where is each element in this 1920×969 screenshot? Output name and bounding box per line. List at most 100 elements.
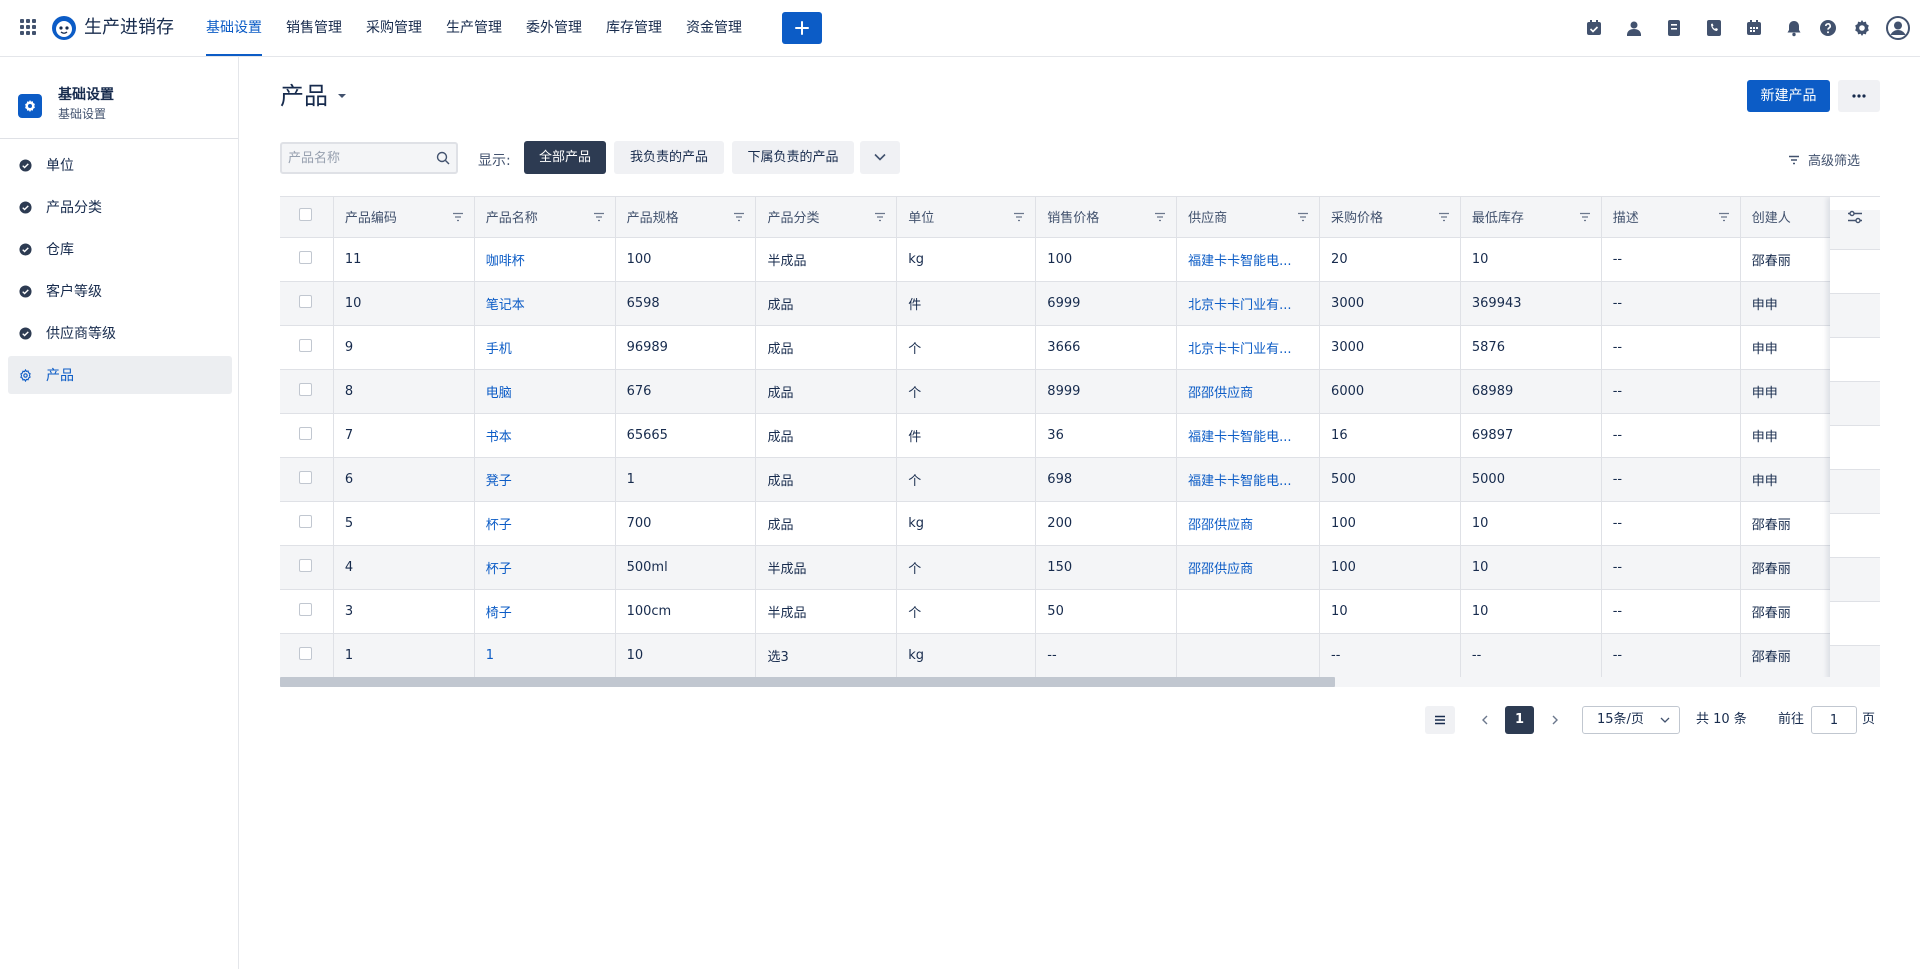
filter-my-products[interactable]: 我负责的产品 (614, 141, 724, 174)
table-row[interactable]: 3 椅子 100cm 半成品个 50 10 10 -- 邵春丽 (280, 589, 1880, 634)
search-input[interactable] (282, 144, 422, 172)
column-filter-icon[interactable] (874, 212, 886, 222)
sidebar-item-customer-level[interactable]: 客户等级 (8, 272, 232, 310)
filter-more-button[interactable] (860, 141, 900, 174)
row-checkbox[interactable] (299, 338, 312, 352)
next-page-button[interactable] (1545, 706, 1565, 734)
row-checkbox[interactable] (299, 514, 312, 528)
filter-all-products[interactable]: 全部产品 (524, 141, 606, 174)
column-filter-icon[interactable] (593, 212, 605, 222)
chevron-down-icon[interactable] (337, 92, 347, 100)
column-filter-icon[interactable] (1013, 212, 1025, 222)
column-header-unit[interactable]: 单位 (896, 197, 1037, 238)
create-button[interactable] (782, 12, 822, 44)
page-size-select[interactable]: 15条/页 (1582, 706, 1680, 734)
cell-name[interactable]: 杯子 (474, 545, 616, 590)
cell-name[interactable]: 手机 (474, 325, 616, 370)
cell-name[interactable]: 1 (474, 633, 616, 678)
app-switcher-icon[interactable] (19, 18, 37, 36)
column-header-code[interactable]: 产品编码 (333, 197, 475, 238)
page-number-current[interactable]: 1 (1505, 706, 1534, 734)
cell-name[interactable]: 咖啡杯 (474, 237, 616, 282)
more-actions-button[interactable] (1838, 80, 1880, 112)
advanced-filter-button[interactable]: 高级筛选 (1788, 150, 1860, 169)
search-icon[interactable] (436, 151, 450, 165)
avatar-icon[interactable] (1886, 16, 1910, 40)
table-row[interactable]: 11 咖啡杯 100 半成品 kg 100 福建卡卡智能电... 20 10 -- 邵春丽 (280, 237, 1880, 282)
column-header-category[interactable]: 产品分类 (755, 197, 898, 238)
column-filter-icon[interactable] (452, 212, 464, 222)
sidebar-item-supplier-level[interactable]: 供应商等级 (8, 314, 232, 352)
cell-supplier[interactable]: 邵邵供应商 (1176, 545, 1321, 590)
table-row[interactable]: 1 1 10 选3 kg -- -- -- -- 邵春丽 (280, 633, 1880, 678)
cell-supplier[interactable]: 北京卡卡门业有... (1176, 281, 1321, 326)
row-checkbox[interactable] (299, 294, 312, 308)
row-checkbox[interactable] (299, 426, 312, 440)
sidebar-item-product[interactable]: 产品 (8, 356, 232, 394)
column-header-description[interactable]: 描述 (1601, 197, 1741, 238)
cell-supplier[interactable]: 福建卡卡智能电... (1176, 457, 1321, 502)
column-filter-icon[interactable] (1297, 212, 1309, 222)
document-icon[interactable] (1664, 18, 1684, 38)
nav-item-sales[interactable]: 销售管理 (286, 0, 342, 56)
cell-name[interactable]: 笔记本 (474, 281, 616, 326)
sidebar-item-warehouse[interactable]: 仓库 (8, 230, 232, 268)
nav-item-purchase[interactable]: 采购管理 (366, 0, 422, 56)
cell-supplier[interactable]: 邵邵供应商 (1176, 501, 1321, 546)
table-row[interactable]: 4 杯子 500ml 半成品个 150 邵邵供应商 100 10 -- 邵春丽 (280, 545, 1880, 590)
column-filter-icon[interactable] (1579, 212, 1591, 222)
column-filter-icon[interactable] (1154, 212, 1166, 222)
nav-item-production[interactable]: 生产管理 (446, 0, 502, 56)
table-row[interactable]: 8 电脑 676 成品个 8999 邵邵供应商 6000 68989 -- 申申 (280, 369, 1880, 414)
row-checkbox[interactable] (299, 470, 312, 484)
nav-item-inventory[interactable]: 库存管理 (606, 0, 662, 56)
nav-item-basic-settings[interactable]: 基础设置 (206, 0, 262, 56)
column-header-spec[interactable]: 产品规格 (615, 197, 757, 238)
table-row[interactable]: 5 杯子 700 成品 kg 200 邵邵供应商 100 10 -- 邵春丽 (280, 501, 1880, 546)
row-checkbox[interactable] (299, 382, 312, 396)
prev-page-button[interactable] (1475, 706, 1495, 734)
help-icon[interactable] (1818, 18, 1838, 38)
phone-icon[interactable] (1704, 18, 1724, 38)
cell-name[interactable]: 凳子 (474, 457, 616, 502)
task-check-icon[interactable] (1584, 18, 1604, 38)
table-row[interactable]: 10 笔记本 6598 成品件 6999 北京卡卡门业有... 3000 369943 -- 申申 (280, 281, 1880, 326)
table-row[interactable]: 9 手机 96989 成品个 3666 北京卡卡门业有... 3000 5876 -- 申申 (280, 325, 1880, 370)
cell-supplier[interactable]: 福建卡卡智能电... (1176, 237, 1321, 282)
nav-item-outsourcing[interactable]: 委外管理 (526, 0, 582, 56)
list-view-button[interactable] (1425, 706, 1455, 734)
nav-item-finance[interactable]: 资金管理 (686, 0, 742, 56)
contacts-icon[interactable] (1624, 18, 1644, 38)
gear-icon[interactable] (1852, 18, 1872, 38)
column-filter-icon[interactable] (733, 212, 745, 222)
row-checkbox[interactable] (299, 602, 312, 616)
cell-supplier[interactable] (1176, 589, 1321, 634)
bell-icon[interactable] (1784, 18, 1804, 38)
cell-name[interactable]: 电脑 (474, 369, 616, 414)
horizontal-scrollbar[interactable] (280, 677, 1880, 687)
column-filter-icon[interactable] (1438, 212, 1450, 222)
new-product-button[interactable]: 新建产品 (1747, 80, 1830, 112)
cell-name[interactable]: 椅子 (474, 589, 616, 634)
select-all-checkbox[interactable] (299, 208, 312, 222)
row-checkbox[interactable] (299, 646, 312, 660)
cell-supplier[interactable]: 邵邵供应商 (1176, 369, 1321, 414)
cell-supplier[interactable]: 福建卡卡智能电... (1176, 413, 1321, 458)
row-checkbox[interactable] (299, 250, 312, 264)
column-header-supplier[interactable]: 供应商 (1176, 197, 1321, 238)
cell-name[interactable]: 杯子 (474, 501, 616, 546)
row-checkbox[interactable] (299, 558, 312, 572)
column-header-purchase-price[interactable]: 采购价格 (1319, 197, 1461, 238)
sidebar-item-product-category[interactable]: 产品分类 (8, 188, 232, 226)
column-header-name[interactable]: 产品名称 (474, 197, 616, 238)
goto-page-input[interactable] (1812, 707, 1856, 733)
cell-supplier[interactable]: 北京卡卡门业有... (1176, 325, 1321, 370)
filter-subordinate-products[interactable]: 下属负责的产品 (732, 141, 854, 174)
sidebar-item-unit[interactable]: 单位 (8, 146, 232, 184)
column-settings-button[interactable] (1830, 210, 1880, 250)
scrollbar-thumb[interactable] (280, 677, 1335, 687)
cell-name[interactable]: 书本 (474, 413, 616, 458)
table-row[interactable]: 7 书本 65665 成品件 36 福建卡卡智能电... 16 69897 -- 申申 (280, 413, 1880, 458)
column-filter-icon[interactable] (1718, 212, 1730, 222)
table-row[interactable]: 6 凳子 1 成品个 698 福建卡卡智能电... 500 5000 -- 申申 (280, 457, 1880, 502)
